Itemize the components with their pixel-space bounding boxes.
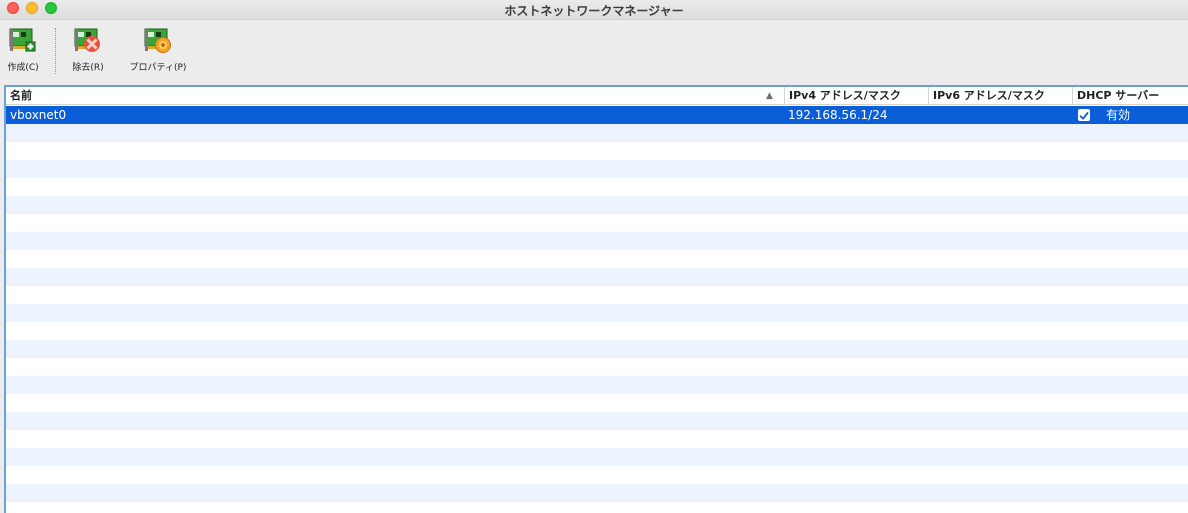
remove-button[interactable]: 除去(R) [67, 24, 109, 73]
table-header: 名前 ▲ IPv4 アドレス/マスク IPv6 アドレス/マスク DHCP サー… [6, 87, 1188, 105]
table-body: vboxnet0 192.168.56.1/24 有効 [6, 106, 1188, 513]
title-bar[interactable]: ホストネットワークマネージャー [0, 0, 1188, 20]
network-card-add-icon [9, 28, 36, 52]
toolbar: 作成(C) 除去(R) プロパティ(P) [0, 20, 1188, 84]
column-header-ipv6[interactable]: IPv6 アドレス/マスク [928, 87, 1072, 105]
sort-ascending-icon: ▲ [766, 91, 773, 101]
cell-ipv4: 192.168.56.1/24 [788, 108, 888, 122]
dhcp-status-label: 有効 [1106, 108, 1131, 122]
column-header-ipv4[interactable]: IPv4 アドレス/マスク [784, 87, 928, 105]
properties-button[interactable]: プロパティ(P) [125, 24, 191, 73]
column-header-name[interactable]: 名前 [6, 87, 784, 105]
window-title: ホストネットワークマネージャー [504, 4, 684, 18]
create-label: 作成(C) [7, 63, 39, 73]
toolbar-separator [55, 28, 56, 74]
network-card-remove-icon [74, 28, 100, 52]
cell-name: vboxnet0 [10, 108, 67, 122]
column-header-dhcp[interactable]: DHCP サーバー [1072, 87, 1188, 105]
host-network-table[interactable]: 名前 ▲ IPv4 アドレス/マスク IPv6 アドレス/マスク DHCP サー… [4, 85, 1188, 513]
table-row[interactable]: vboxnet0 192.168.56.1/24 有効 [6, 106, 1188, 124]
dhcp-enabled-checkbox[interactable] [1078, 109, 1090, 121]
checkmark-icon [1079, 112, 1089, 120]
remove-label: 除去(R) [72, 63, 104, 73]
create-button[interactable]: 作成(C) [4, 24, 42, 73]
network-card-settings-icon [144, 28, 171, 53]
host-network-manager-window: ホストネットワークマネージャー 作成(C) 除去(R) プロパティ(P) 名前 … [0, 0, 1188, 513]
properties-label: プロパティ(P) [129, 63, 187, 73]
